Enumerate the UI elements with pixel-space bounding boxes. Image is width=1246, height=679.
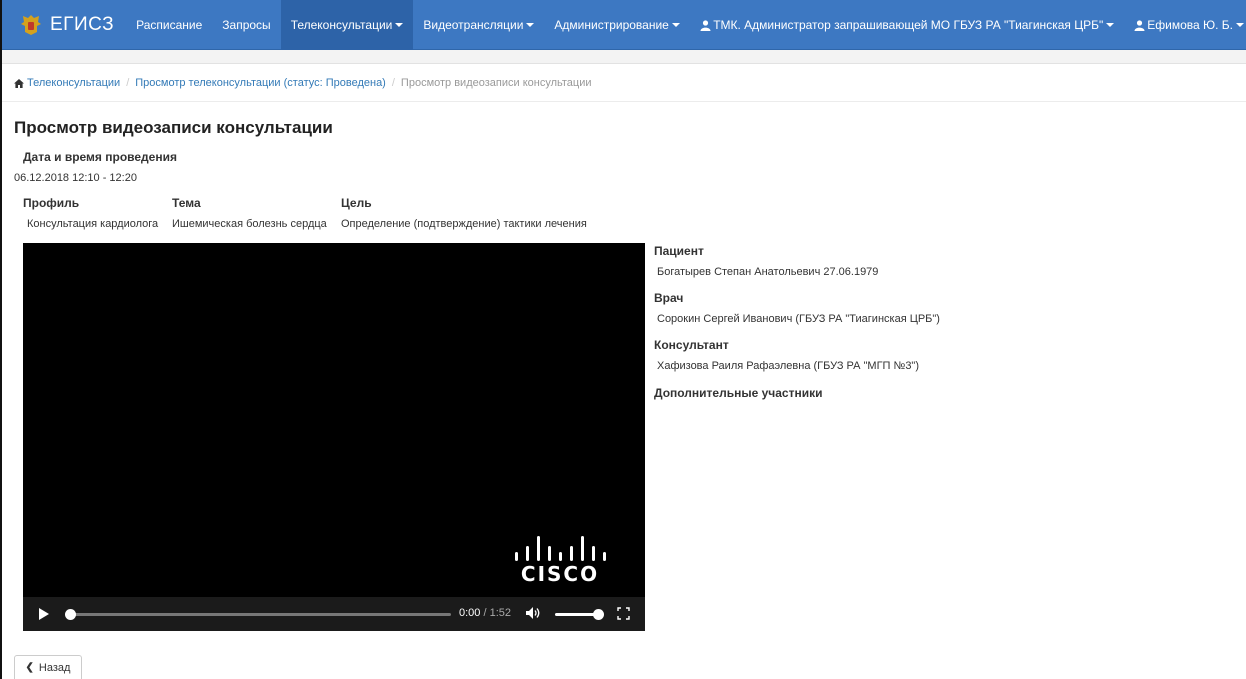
consultant-label: Консультант: [654, 338, 729, 352]
back-button[interactable]: ❮ Назад: [14, 655, 82, 679]
caret-down-icon: [1236, 23, 1244, 28]
video-player[interactable]: CISCO 0:00 / 1:52: [23, 243, 645, 631]
doctor-value: Сорокин Сергей Иванович (ГБУЗ РА "Тиагин…: [657, 313, 940, 325]
page-title: Просмотр видеозаписи консультации: [14, 118, 333, 137]
nav-administration-label: Администрирование: [554, 17, 669, 32]
goal-label: Цель: [341, 196, 372, 210]
nav-schedule[interactable]: Расписание: [126, 0, 212, 50]
time-display: 0:00 / 1:52: [459, 607, 512, 619]
nav-videobroadcasts[interactable]: Видеотрансляции: [413, 0, 544, 50]
fullscreen-icon[interactable]: [617, 607, 630, 620]
frame-edge: [0, 0, 2, 679]
seek-handle[interactable]: [65, 609, 76, 620]
caret-down-icon: [1106, 23, 1115, 28]
breadcrumb-separator: /: [126, 77, 130, 89]
play-icon[interactable]: [39, 608, 49, 620]
user-label: Ефимова Ю. Б.: [1147, 17, 1233, 32]
datetime-label: Дата и время проведения: [23, 150, 177, 164]
video-controls: 0:00 / 1:52: [23, 597, 645, 631]
current-time: 0:00: [459, 607, 481, 619]
role-menu[interactable]: ТМК. Администратор запрашивающей МО ГБУЗ…: [690, 0, 1124, 50]
divider: [2, 101, 1246, 102]
back-button-label: Назад: [38, 661, 71, 674]
home-icon: [14, 78, 24, 88]
chevron-left-icon: ❮: [25, 662, 34, 673]
nav-administration[interactable]: Администрирование: [544, 0, 689, 50]
breadcrumb-view-teleconsultation[interactable]: Просмотр телеконсультации (статус: Прове…: [135, 77, 386, 89]
volume-slider[interactable]: [555, 609, 604, 620]
top-navbar: ЕГИСЗ Расписание Запросы Телеконсультаци…: [2, 0, 1246, 50]
patient-label: Пациент: [654, 244, 704, 258]
user-icon: [700, 20, 711, 31]
caret-down-icon: [671, 23, 680, 28]
caret-down-icon: [395, 23, 404, 28]
seek-slider[interactable]: [65, 609, 451, 620]
coat-of-arms-icon: [21, 14, 41, 35]
volume-handle[interactable]: [593, 609, 604, 620]
volume-icon[interactable]: [525, 606, 541, 620]
user-icon: [1134, 20, 1145, 31]
nav-requests[interactable]: Запросы: [212, 0, 280, 50]
nav-teleconsultations-label: Телеконсультации: [290, 17, 393, 32]
topic-label: Тема: [172, 196, 201, 210]
breadcrumb-separator: /: [391, 77, 395, 89]
profile-label: Профиль: [23, 196, 80, 210]
cisco-wordmark: CISCO: [520, 562, 600, 586]
caret-down-icon: [526, 23, 535, 28]
brand-title: ЕГИСЗ: [50, 13, 115, 35]
datetime-value: 06.12.2018 12:10 - 12:20: [14, 172, 137, 184]
role-label: ТМК. Администратор запрашивающей МО ГБУЗ…: [713, 17, 1104, 32]
sub-header-strip: [2, 50, 1246, 64]
extra-participants-label: Дополнительные участники: [654, 386, 823, 400]
nav-requests-label: Запросы: [222, 17, 271, 32]
nav-teleconsultations[interactable]: Телеконсультации: [280, 0, 414, 50]
doctor-label: Врач: [654, 291, 684, 305]
breadcrumb-teleconsultations[interactable]: Телеконсультации: [27, 77, 120, 89]
duration: 1:52: [489, 607, 512, 619]
breadcrumb: Телеконсультации / Просмотр телеконсульт…: [14, 77, 592, 89]
goal-value: Определение (подтверждение) тактики лече…: [341, 218, 587, 230]
user-menu[interactable]: Ефимова Ю. Б.: [1124, 0, 1246, 50]
brand[interactable]: ЕГИСЗ: [2, 0, 126, 50]
patient-value: Богатырев Степан Анатольевич 27.06.1979: [657, 266, 879, 278]
consultant-value: Хафизова Раиля Рафаэлевна (ГБУЗ РА "МГП …: [657, 360, 920, 372]
profile-value: Консультация кардиолога: [27, 218, 159, 230]
nav-schedule-label: Расписание: [136, 17, 203, 32]
nav-videobroadcasts-label: Видеотрансляции: [423, 17, 524, 32]
breadcrumb-current: Просмотр видеозаписи консультации: [400, 77, 592, 89]
topic-value: Ишемическая болезнь сердца: [172, 218, 327, 230]
